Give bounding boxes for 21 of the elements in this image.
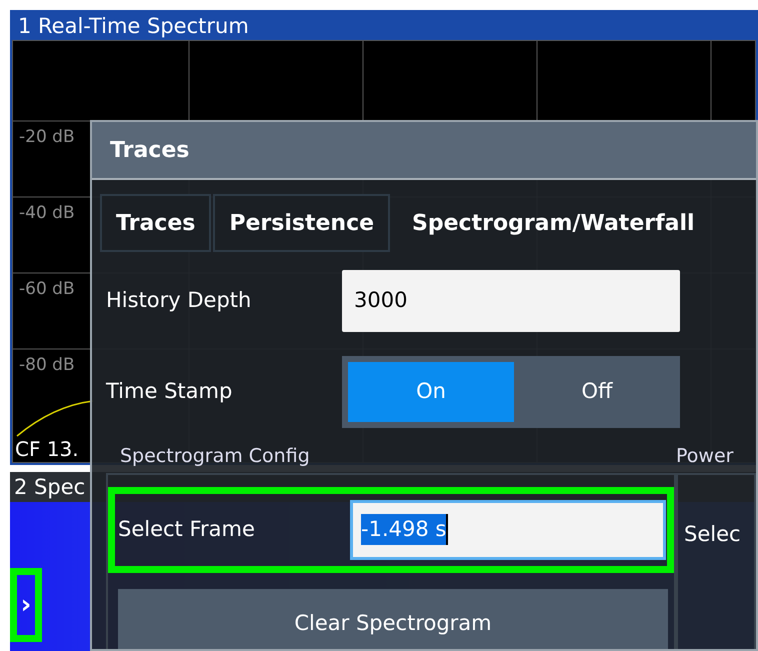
axis-label: -60 dB	[19, 278, 75, 301]
toggle-option[interactable]: Off	[514, 362, 680, 422]
field-label: Time Stamp	[106, 378, 234, 406]
group-title: Spectrogram Config	[119, 444, 311, 469]
tab[interactable]: Persistence	[213, 194, 390, 252]
field-label: History Depth	[106, 287, 252, 314]
axis-label: -40 dB	[19, 202, 75, 225]
field-label: Selec	[684, 520, 742, 548]
window-title: 1 Real-Time Spectrum	[17, 13, 250, 40]
select-frame-field[interactable]: -1.498 s	[350, 500, 666, 560]
history-depth-field[interactable]: 3000	[342, 270, 680, 332]
center-frequency-label: CF 13.	[15, 438, 79, 460]
clear-spectrogram-button[interactable]: Clear Spectrogram	[118, 588, 668, 649]
tab[interactable]: Spectrogram/Waterfall	[392, 194, 711, 252]
dialog-title: Traces	[92, 122, 756, 180]
expand-handle[interactable]: ›	[10, 568, 42, 642]
axis-label: -80 dB	[19, 354, 75, 377]
tab[interactable]: Traces	[100, 194, 212, 252]
group-title: Power	[676, 444, 734, 469]
field-label: Select Frame	[118, 516, 256, 543]
axis-label: -20 dB	[19, 126, 75, 149]
